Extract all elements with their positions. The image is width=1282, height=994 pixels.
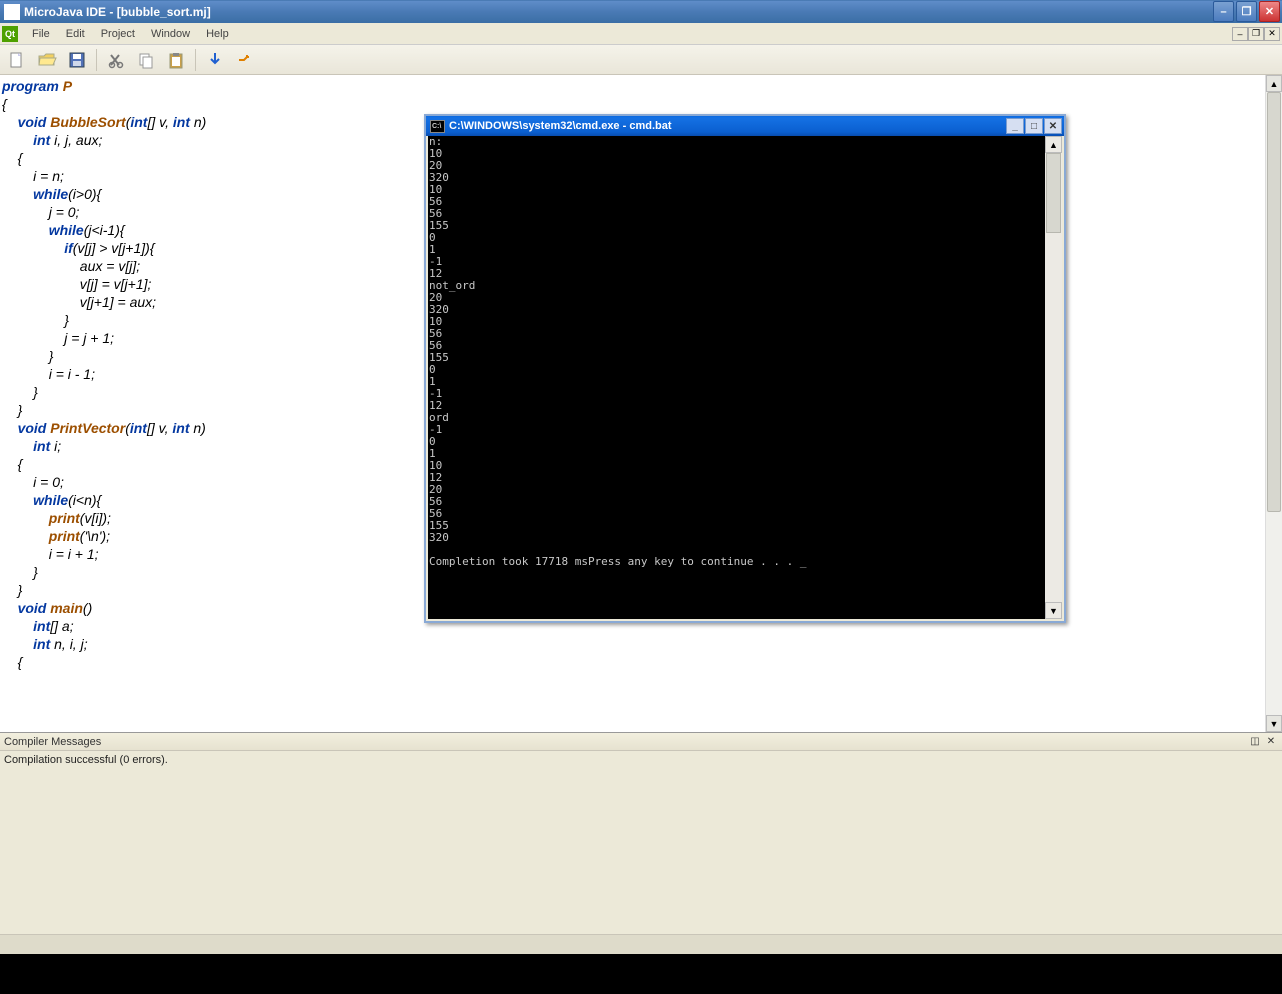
console-minimize-button[interactable]: _ bbox=[1006, 118, 1024, 134]
paste-icon bbox=[167, 51, 185, 69]
run-icon bbox=[206, 51, 224, 69]
mdi-restore-button[interactable]: ❐ bbox=[1248, 27, 1264, 41]
editor-scrollbar[interactable]: ▲ ▼ bbox=[1265, 75, 1282, 732]
cut-button[interactable] bbox=[103, 47, 129, 73]
compiler-message-text: Compilation successful (0 errors). bbox=[4, 754, 168, 766]
minimize-button[interactable]: – bbox=[1213, 1, 1234, 22]
open-file-icon bbox=[37, 51, 57, 69]
toolbar bbox=[0, 45, 1282, 75]
qt-icon: Qt bbox=[2, 26, 18, 42]
mdi-controls: – ❐ ✕ bbox=[1232, 27, 1280, 41]
menu-window[interactable]: Window bbox=[143, 26, 198, 42]
debug-button[interactable] bbox=[232, 47, 258, 73]
console-scrollbar[interactable]: ▲ ▼ bbox=[1045, 136, 1062, 619]
menu-file[interactable]: File bbox=[24, 26, 58, 42]
console-scroll-track[interactable] bbox=[1045, 153, 1062, 602]
console-window: C:\ C:\WINDOWS\system32\cmd.exe - cmd.ba… bbox=[424, 114, 1066, 623]
menu-bar: Qt File Edit Project Window Help – ❐ ✕ bbox=[0, 23, 1282, 45]
console-output[interactable]: n: 10 20 320 10 56 56 155 0 1 -1 12 not_… bbox=[428, 136, 1045, 619]
copy-button[interactable] bbox=[133, 47, 159, 73]
mdi-close-button[interactable]: ✕ bbox=[1264, 27, 1280, 41]
scroll-down-arrow[interactable]: ▼ bbox=[1266, 715, 1282, 732]
compiler-panel-header: Compiler Messages ◫ ✕ bbox=[0, 733, 1282, 751]
toolbar-separator bbox=[96, 49, 97, 71]
console-controls: _ □ ✕ bbox=[1005, 118, 1062, 134]
copy-icon bbox=[137, 51, 155, 69]
panel-float-button[interactable]: ◫ bbox=[1248, 735, 1262, 749]
console-close-button[interactable]: ✕ bbox=[1044, 118, 1062, 134]
open-button[interactable] bbox=[34, 47, 60, 73]
scroll-thumb[interactable] bbox=[1267, 92, 1281, 512]
console-scroll-up[interactable]: ▲ bbox=[1045, 136, 1062, 153]
debug-icon bbox=[236, 51, 254, 69]
app-icon: ▢ bbox=[4, 4, 20, 20]
paste-button[interactable] bbox=[163, 47, 189, 73]
menu-help[interactable]: Help bbox=[198, 26, 237, 42]
compiler-messages: Compilation successful (0 errors). bbox=[0, 751, 1282, 934]
window-title: MicroJava IDE - [bubble_sort.mj] bbox=[24, 5, 1213, 19]
console-maximize-button[interactable]: □ bbox=[1025, 118, 1043, 134]
close-button[interactable]: ✕ bbox=[1259, 1, 1280, 22]
compiler-panel-title: Compiler Messages bbox=[4, 736, 1246, 748]
new-file-icon bbox=[8, 51, 26, 69]
status-bar bbox=[0, 934, 1282, 954]
desktop-area bbox=[0, 954, 1282, 994]
run-button[interactable] bbox=[202, 47, 228, 73]
window-titlebar: ▢ MicroJava IDE - [bubble_sort.mj] – ❐ ✕ bbox=[0, 0, 1282, 23]
console-titlebar[interactable]: C:\ C:\WINDOWS\system32\cmd.exe - cmd.ba… bbox=[426, 116, 1064, 136]
mdi-minimize-button[interactable]: – bbox=[1232, 27, 1248, 41]
console-scroll-thumb[interactable] bbox=[1046, 153, 1061, 233]
console-scroll-down[interactable]: ▼ bbox=[1045, 602, 1062, 619]
save-icon bbox=[68, 51, 86, 69]
cmd-icon: C:\ bbox=[430, 120, 445, 133]
new-button[interactable] bbox=[4, 47, 30, 73]
cut-icon bbox=[107, 51, 125, 69]
save-button[interactable] bbox=[64, 47, 90, 73]
menu-edit[interactable]: Edit bbox=[58, 26, 93, 42]
menu-project[interactable]: Project bbox=[93, 26, 143, 42]
console-body: n: 10 20 320 10 56 56 155 0 1 -1 12 not_… bbox=[428, 136, 1062, 619]
console-title-text: C:\WINDOWS\system32\cmd.exe - cmd.bat bbox=[449, 120, 1005, 132]
panel-close-button[interactable]: ✕ bbox=[1264, 735, 1278, 749]
scroll-up-arrow[interactable]: ▲ bbox=[1266, 75, 1282, 92]
compiler-panel: Compiler Messages ◫ ✕ Compilation succes… bbox=[0, 732, 1282, 934]
toolbar-separator bbox=[195, 49, 196, 71]
window-controls: – ❐ ✕ bbox=[1213, 1, 1280, 22]
maximize-button[interactable]: ❐ bbox=[1236, 1, 1257, 22]
